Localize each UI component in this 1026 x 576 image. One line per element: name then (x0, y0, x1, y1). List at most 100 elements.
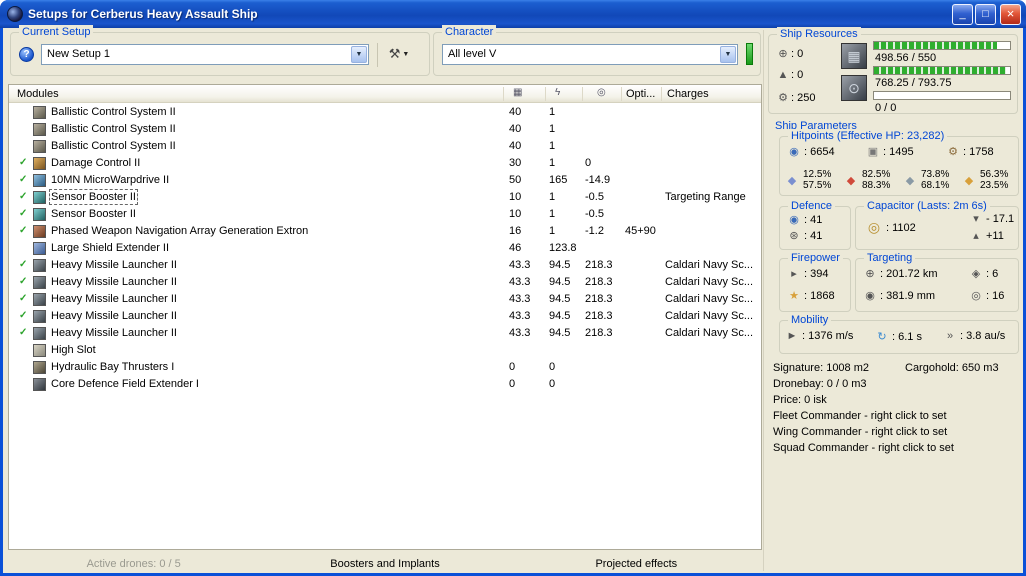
table-row[interactable]: Ballistic Control System II 40 1 (9, 104, 761, 121)
tab-boosters-implants[interactable]: Boosters and Implants (259, 554, 510, 574)
capacitor-drain: - 17.1 (986, 212, 1015, 225)
table-row[interactable]: ✓ 10MN MicroWarpdrive II 50 165 -14.9 (9, 172, 761, 189)
table-row[interactable]: Ballistic Control System II 40 1 (9, 138, 761, 155)
pg-cell: 0 (549, 361, 556, 373)
effect-cell: -0.5 (585, 208, 604, 220)
tab-active-drones[interactable]: Active drones: 0 / 5 (8, 554, 259, 574)
cpu-bar (873, 41, 1011, 50)
cpu-cell: 43.3 (509, 310, 531, 322)
setup-tools-button[interactable]: ⚒ ▼ (383, 43, 415, 65)
shield-hp: ◉ : 6654 (786, 145, 834, 159)
pg-cell: 1 (549, 123, 556, 135)
charges-column-header[interactable]: Charges (667, 88, 709, 100)
defence-row-2: ⊛ : 41 (786, 229, 822, 243)
em-shield-resist: 12.5% (803, 169, 832, 180)
help-icon[interactable]: ? (19, 47, 34, 62)
module-name[interactable]: Heavy Missile Launcher II (51, 293, 177, 305)
panel-divider[interactable] (763, 30, 764, 571)
table-row[interactable]: ✓ Phased Weapon Navigation Array Generat… (9, 223, 761, 240)
table-row[interactable]: ✓ Heavy Missile Launcher II 43.3 94.5 21… (9, 325, 761, 342)
module-name[interactable]: Heavy Missile Launcher II (51, 310, 177, 322)
ship-resources-group: Ship Resources ⊕ : 0 ▲ : 0 ⚙ : 250 ▦ ⊙ 4… (768, 27, 1018, 114)
module-name[interactable]: Ballistic Control System II (51, 123, 176, 135)
opti-column-header[interactable]: Opti... (626, 88, 655, 100)
cargohold-text: Cargohold: 650 m3 (905, 362, 999, 374)
table-row[interactable]: Hydraulic Bay Thrusters I 0 0 (9, 359, 761, 376)
title-bar[interactable]: Setups for Cerberus Heavy Assault Ship _… (0, 0, 1026, 28)
core-rig-icon (33, 378, 46, 391)
module-name[interactable]: Hydraulic Bay Thrusters I (51, 361, 174, 373)
active-check-icon: ✓ (19, 191, 28, 202)
defence-row-1: ◉ : 41 (786, 213, 822, 227)
minimize-button[interactable]: _ (952, 4, 973, 25)
module-name[interactable]: 10MN MicroWarpdrive II (51, 174, 169, 186)
thermal-resist: ◆ 82.5% 88.3% (843, 169, 891, 191)
warp-speed-value: : 3.8 au/s (960, 330, 1006, 342)
module-name[interactable]: Phased Weapon Navigation Array Generatio… (51, 225, 308, 237)
effect-cell: 218.3 (585, 293, 613, 305)
sensor-booster-icon (33, 208, 46, 221)
chevron-down-icon[interactable]: ▼ (351, 46, 367, 63)
maximize-button[interactable]: □ (975, 4, 996, 25)
armor-hp-value: : 1495 (883, 145, 914, 158)
module-name[interactable]: Sensor Booster II (49, 189, 138, 205)
fleet-commander-text[interactable]: Fleet Commander - right click to set (773, 408, 1021, 424)
powergrid-column-icon[interactable]: ϟ (555, 87, 560, 98)
wrench-icon: ⚒ (388, 46, 401, 61)
table-row[interactable]: ✓ Damage Control II 30 1 0 (9, 155, 761, 172)
capacitor-drain-row: ▾ - 17.1 (968, 212, 1015, 226)
current-setup-group: Current Setup ? New Setup 1 ▼ ⚒ ▼ (10, 25, 430, 76)
table-row[interactable]: ✓ Heavy Missile Launcher II 43.3 94.5 21… (9, 274, 761, 291)
thermal-shield-resist: 82.5% (862, 169, 891, 180)
firepower-label: Firepower (788, 251, 843, 266)
module-name[interactable]: Damage Control II (51, 157, 140, 169)
table-row[interactable]: ✓ Heavy Missile Launcher II 43.3 94.5 21… (9, 291, 761, 308)
cpu-column-icon[interactable]: ▦ (513, 87, 522, 98)
table-row[interactable]: ✓ Sensor Booster II 10 1 -0.5 Targeting … (9, 189, 761, 206)
speed-value: : 1376 m/s (802, 330, 854, 342)
module-name[interactable]: Ballistic Control System II (51, 106, 176, 118)
cpu-cell: 50 (509, 174, 522, 186)
capacitor-column-icon[interactable]: ◎ (597, 87, 606, 98)
dronebay-usage-text: 0 / 0 (875, 102, 897, 114)
chevron-down-icon[interactable]: ▼ (720, 46, 736, 63)
module-name[interactable]: Heavy Missile Launcher II (51, 276, 177, 288)
module-name[interactable]: High Slot (51, 344, 96, 356)
character-select[interactable]: All level V ▼ (442, 44, 738, 65)
module-name[interactable]: Sensor Booster II (51, 208, 136, 220)
structure-icon: ⚙ (948, 146, 958, 158)
active-check-icon: ✓ (19, 310, 28, 321)
modules-column-header[interactable]: Modules (17, 88, 59, 100)
module-name[interactable]: Heavy Missile Launcher II (51, 327, 177, 339)
pg-cell: 94.5 (549, 276, 571, 288)
wing-commander-text[interactable]: Wing Commander - right click to set (773, 424, 1021, 440)
module-name[interactable]: Ballistic Control System II (51, 140, 176, 152)
missile-launcher-icon (33, 276, 46, 289)
module-name[interactable]: Heavy Missile Launcher II (51, 259, 177, 271)
table-row[interactable]: Ballistic Control System II 40 1 (9, 121, 761, 138)
tab-projected-effects[interactable]: Projected effects (511, 554, 762, 574)
modules-header[interactable]: Modules ▦ ϟ ◎ Opti... Charges (9, 85, 761, 103)
table-row[interactable]: High Slot (9, 342, 761, 359)
table-row[interactable]: Large Shield Extender II 46 123.8 (9, 240, 761, 257)
close-button[interactable]: × (1000, 4, 1021, 25)
powergrid-bar-fill (874, 67, 1006, 74)
table-row[interactable]: ✓ Heavy Missile Launcher II 43.3 94.5 21… (9, 308, 761, 325)
volley-value: : 1868 (804, 289, 835, 302)
effect-cell: 218.3 (585, 327, 613, 339)
speed-row: ► : 1376 m/s (784, 330, 854, 342)
table-row[interactable]: Core Defence Field Extender I 0 0 (9, 376, 761, 393)
effect-cell: 218.3 (585, 259, 613, 271)
thermal-armor-resist: 88.3% (862, 180, 891, 191)
squad-commander-text[interactable]: Squad Commander - right click to set (773, 440, 1021, 456)
opti-cell: 45+90 (625, 225, 656, 237)
setup-select[interactable]: New Setup 1 ▼ (41, 44, 369, 65)
module-name[interactable]: Large Shield Extender II (51, 242, 169, 254)
pg-cell: 1 (549, 208, 556, 220)
table-row[interactable]: ✓ Sensor Booster II 10 1 -0.5 (9, 206, 761, 223)
capacitor-recharge: +11 (986, 229, 1004, 242)
cpu-cell: 43.3 (509, 293, 531, 305)
module-name[interactable]: Core Defence Field Extender I (51, 378, 199, 390)
table-row[interactable]: ✓ Heavy Missile Launcher II 43.3 94.5 21… (9, 257, 761, 274)
align-time-row: ↻ : 6.1 s (874, 330, 922, 344)
